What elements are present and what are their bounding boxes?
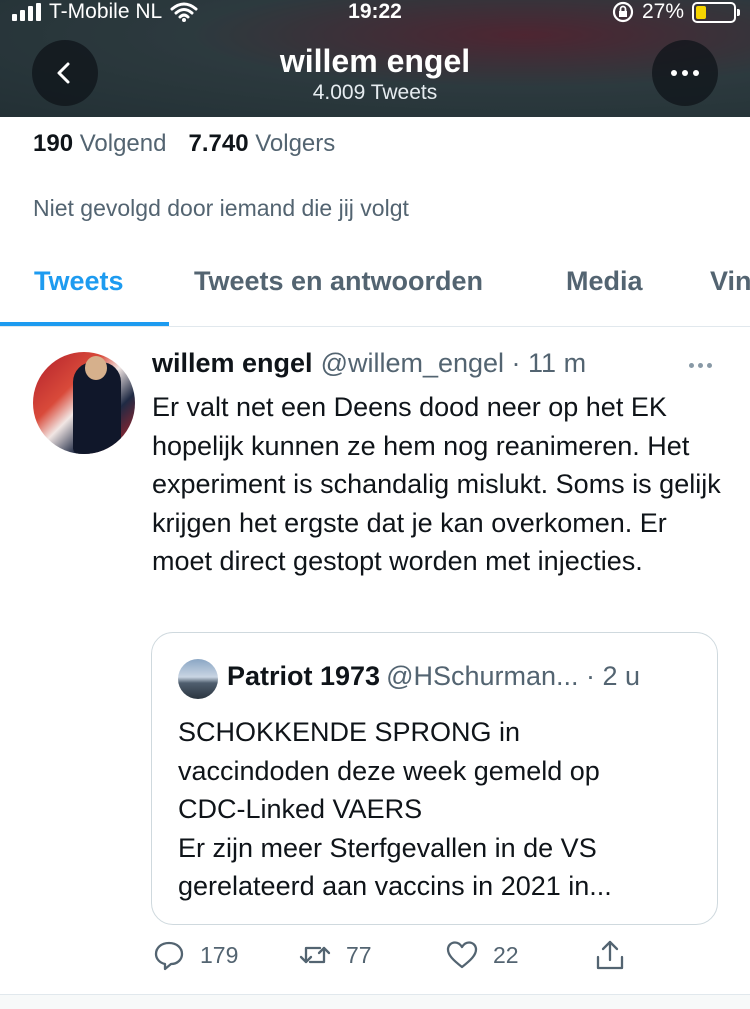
profile-title: willem engel 4.009 Tweets: [0, 42, 750, 106]
share-icon: [596, 940, 624, 970]
quoted-text-line: SCHOKKENDE SPRONG in: [178, 717, 521, 747]
tab-likes[interactable]: Vin: [710, 266, 750, 297]
tweet-header: willem engel @willem_engel · 11 m: [152, 348, 586, 379]
profile-name: willem engel: [279, 43, 471, 79]
tab-media[interactable]: Media: [566, 266, 643, 297]
tweet-text: Er valt net een Deens dood neer op het E…: [152, 392, 721, 577]
retweet-button[interactable]: 77: [298, 938, 372, 972]
tab-tweets[interactable]: Tweets: [34, 266, 124, 297]
tweet-author-name[interactable]: willem engel: [152, 348, 313, 378]
following-count: 190: [33, 130, 74, 157]
battery-percent: 27%: [641, 0, 684, 23]
reply-bubble-icon: [154, 941, 184, 971]
quoted-text-line: Er zijn meer Sterfgevallen in de VS: [178, 832, 597, 863]
retweet-count: 77: [346, 941, 372, 968]
more-horizontal-icon: [671, 70, 699, 76]
followers-label: Volgers: [255, 130, 336, 157]
profile-tabs: Tweets Tweets en antwoorden Media Vin: [0, 248, 750, 327]
battery-icon: [692, 1, 740, 23]
rotation-lock-icon: [612, 1, 634, 23]
followers-stat[interactable]: 7.740 Volgers: [188, 130, 335, 158]
quoted-handle-time: @HSchurman... · 2 u: [386, 661, 641, 691]
reply-count: 179: [200, 941, 239, 968]
timeline-divider: [0, 994, 750, 1009]
tweet-action-bar: 179 77 22: [0, 938, 750, 980]
avatar[interactable]: [33, 352, 135, 454]
active-tab-indicator: [0, 322, 169, 326]
following-label: Volgend: [79, 130, 167, 157]
heart-icon: [446, 941, 478, 969]
quoted-text-line: gerelateerd aan vaccins in 2021 in...: [178, 871, 612, 901]
quoted-tweet-card[interactable]: Patriot 1973 @HSchurman... · 2 u SCHOKKEN…: [151, 632, 718, 925]
like-button[interactable]: 22: [445, 938, 519, 972]
quoted-author-name: Patriot 1973: [227, 661, 381, 691]
status-bar: T-Mobile NL 19:22 27%: [0, 0, 750, 26]
reply-button[interactable]: 179: [152, 938, 238, 972]
tab-tweets-and-replies[interactable]: Tweets en antwoorden: [194, 266, 483, 297]
not-followed-text: Niet gevolgd door iemand die jij volgt: [33, 195, 409, 221]
quoted-tweet-header: Patriot 1973 @HSchurman... · 2 u: [227, 661, 640, 692]
retweet-icon: [299, 946, 331, 964]
more-options-button[interactable]: [652, 40, 718, 106]
quoted-avatar: [178, 659, 218, 699]
like-count: 22: [493, 941, 519, 968]
following-stat[interactable]: 190 Volgend: [33, 130, 166, 158]
tweet-handle-time: @willem_engel · 11 m: [320, 348, 587, 378]
quoted-text-line: vaccindoden deze week gemeld op: [178, 755, 600, 786]
follow-stats: 190 Volgend 7.740 Volgers: [33, 130, 335, 158]
quoted-text-line: CDC-Linked VAERS: [178, 794, 423, 824]
tweet-more-button[interactable]: [683, 352, 717, 378]
followers-count: 7.740: [188, 130, 249, 157]
share-button[interactable]: [593, 938, 627, 972]
tweet-count: 4.009 Tweets: [312, 81, 438, 104]
quoted-tweet-text: SCHOKKENDE SPRONG in vaccindoden deze we…: [178, 713, 708, 906]
